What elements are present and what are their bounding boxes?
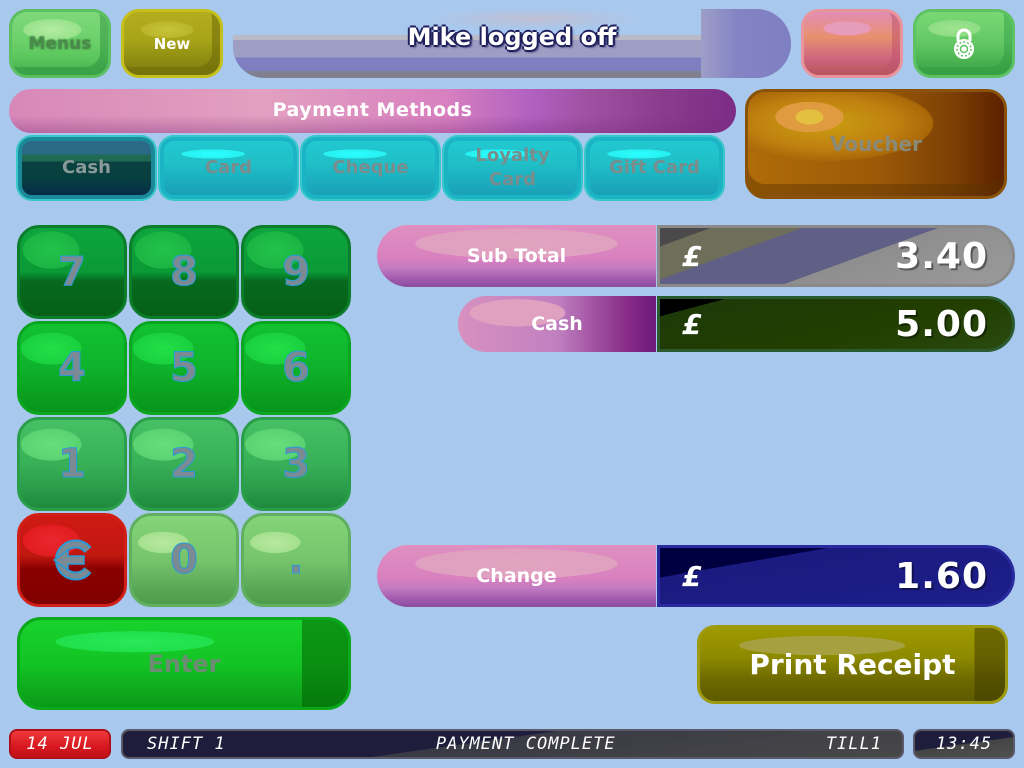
tab-cheque-label: Cheque [332,157,409,178]
key-4[interactable]: 4 [17,321,127,415]
key-0-label: 0 [170,537,199,584]
till-text: TILL1 [825,734,882,754]
status-bar-message: PAYMENT COMPLETE [435,734,616,754]
tab-cash-label: Cash [62,157,111,178]
enter-button-label: Enter [147,649,221,678]
key-9-label: 9 [282,249,311,296]
change-display: £ 1.60 [657,545,1015,607]
blank-pink-button[interactable] [801,9,903,78]
key-7-label: 7 [58,249,87,296]
time-text: 13:45 [935,734,993,754]
key-1-label: 1 [58,441,87,488]
status-banner: Mike logged off [233,9,791,78]
new-button-label: New [153,34,191,53]
change-label: Change [377,545,656,607]
change-amount: 1.60 [895,555,988,597]
currency-symbol: £ [682,239,702,273]
key-7[interactable]: 7 [17,225,127,319]
cash-amount: 5.00 [895,303,988,345]
voucher-button-label: Voucher [830,132,922,156]
tab-loyalty-card-label: Loyalty Card [475,145,550,190]
currency-symbol: £ [682,559,702,593]
tab-loyalty-card[interactable]: Loyalty Card [444,137,581,199]
date-text: 14 JUL [26,734,94,754]
tab-gift-card-label: Gift Card [609,157,700,178]
currency-symbol: £ [682,307,702,341]
shift-text: SHIFT 1 [147,734,226,754]
tab-cash[interactable]: Cash [18,137,155,199]
subtotal-display: £ 3.40 [657,225,1015,287]
print-receipt-button[interactable]: Print Receipt [697,625,1008,704]
key-3[interactable]: 3 [241,417,351,511]
key-2[interactable]: 2 [129,417,239,511]
tab-cheque[interactable]: Cheque [302,137,439,199]
key-2-label: 2 [170,441,199,488]
menus-button-label: Menus [28,33,92,54]
subtotal-amount: 3.40 [895,235,988,277]
subtotal-label: Sub Total [377,225,656,287]
change-label-text: Change [476,565,557,587]
back-arrow-icon [52,539,92,581]
status-date: 14 JUL [9,729,111,759]
key-5[interactable]: 5 [129,321,239,415]
status-message: Mike logged off [407,23,617,51]
key-0[interactable]: 0 [129,513,239,607]
backspace-key[interactable] [17,513,127,607]
key-6-label: 6 [282,345,311,392]
key-1[interactable]: 1 [17,417,127,511]
lock-button[interactable] [913,9,1015,78]
status-time: 13:45 [913,729,1015,759]
print-receipt-label: Print Receipt [749,648,956,681]
tab-card-label: Card [204,157,253,178]
key-4-label: 4 [58,345,87,392]
cash-display: £ 5.00 [657,296,1015,352]
key-9[interactable]: 9 [241,225,351,319]
payment-methods-title: Payment Methods [272,99,473,121]
key-decimal-label: . [288,537,304,584]
status-bar-main: SHIFT 1 PAYMENT COMPLETE TILL1 [121,729,904,759]
voucher-button[interactable]: Voucher [745,89,1007,199]
tab-card[interactable]: Card [160,137,297,199]
subtotal-label-text: Sub Total [466,245,567,267]
cash-label: Cash [458,296,656,352]
padlock-icon [954,28,974,59]
key-5-label: 5 [170,345,199,392]
key-8[interactable]: 8 [129,225,239,319]
key-3-label: 3 [282,441,311,488]
key-8-label: 8 [170,249,199,296]
payment-methods-header: Payment Methods [9,89,736,133]
tab-gift-card[interactable]: Gift Card [586,137,723,199]
menus-button[interactable]: Menus [9,9,111,78]
key-6[interactable]: 6 [241,321,351,415]
enter-button[interactable]: Enter [17,617,351,710]
new-button[interactable]: New [121,9,223,78]
key-decimal[interactable]: . [241,513,351,607]
cash-label-text: Cash [531,313,583,335]
